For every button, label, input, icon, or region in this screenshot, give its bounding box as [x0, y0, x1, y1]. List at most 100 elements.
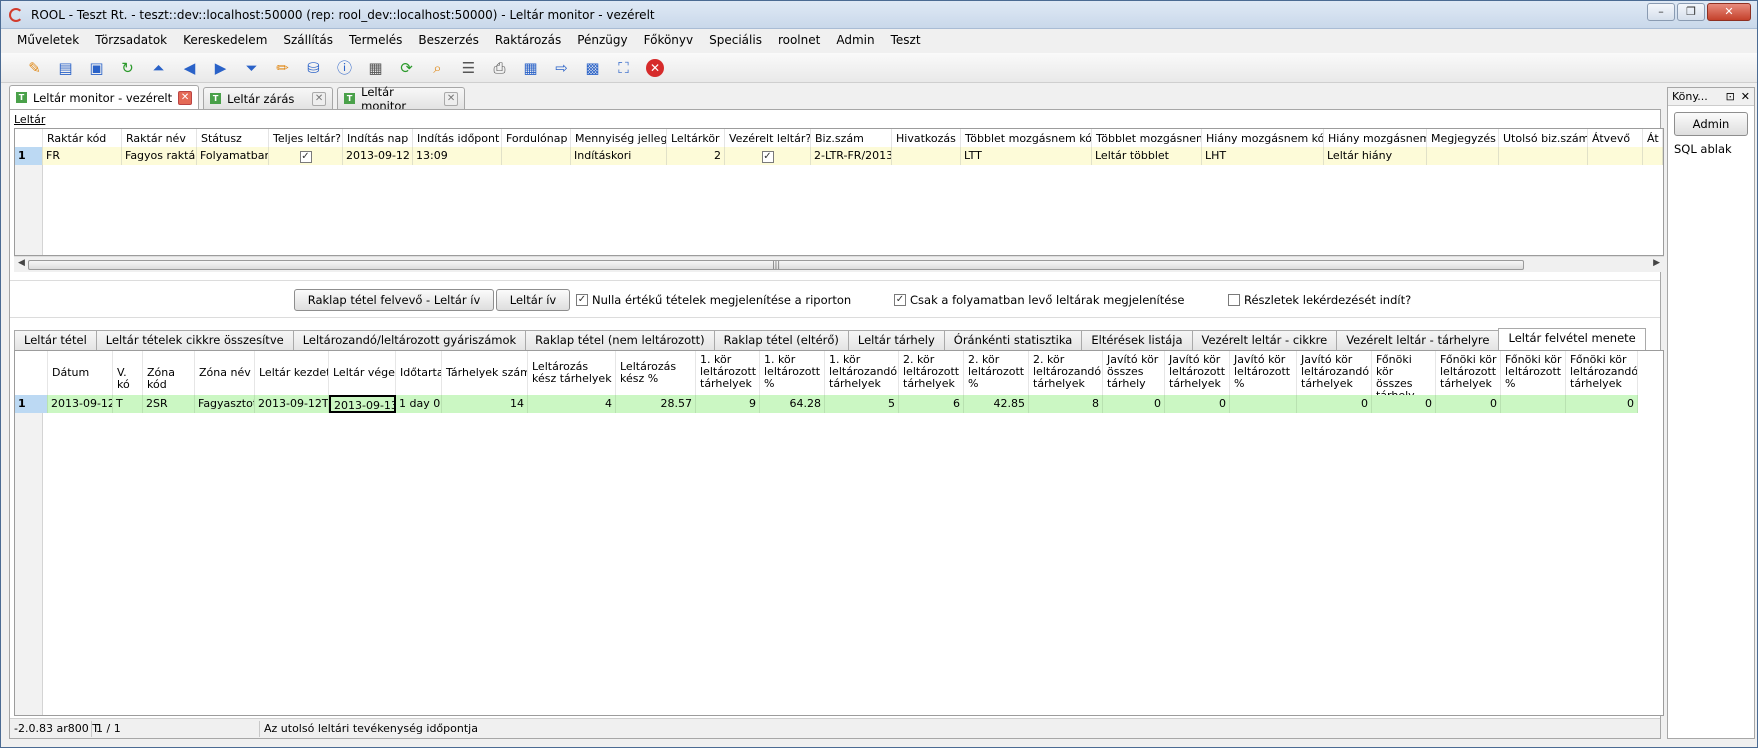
tab-leltar-tarhely[interactable]: Leltár tárhely	[847, 330, 945, 350]
col-header[interactable]: Teljes leltár?	[269, 129, 343, 147]
save-icon[interactable]: ▣	[85, 56, 108, 79]
cell-teljes-leltar[interactable]: ✓	[269, 147, 343, 165]
grid-select-icon[interactable]: ▩	[581, 56, 604, 79]
col-header[interactable]: Főnöki kör leltározandó tárhelyek	[1566, 351, 1638, 395]
menu-roolnet[interactable]: roolnet	[770, 33, 828, 47]
col-header[interactable]: Raktár kód	[43, 129, 122, 147]
col-header[interactable]: 1. kör leltározandó tárhelyek	[825, 351, 899, 395]
cell-fonoki-szazalek[interactable]	[1501, 395, 1566, 413]
folyamatban-option[interactable]: ✓ Csak a folyamatban levő leltárak megje…	[894, 293, 1184, 307]
pin-icon[interactable]: ⊡	[1726, 90, 1735, 103]
panel-close-icon[interactable]: ✕	[1741, 90, 1750, 103]
edit-icon[interactable]: ✏	[271, 56, 294, 79]
cell-javito-leltarozando[interactable]: 0	[1297, 395, 1372, 413]
prev-icon[interactable]: ◀	[178, 56, 201, 79]
row-number[interactable]: 1	[15, 147, 43, 165]
doc-tab-leltar-monitor[interactable]: T Leltár monitor ✕	[337, 85, 466, 113]
cell-1-kor-leltarozando[interactable]: 5	[825, 395, 899, 413]
col-header[interactable]: Főnöki kör leltározott %	[1501, 351, 1566, 395]
admin-button[interactable]: Admin	[1674, 112, 1748, 136]
col-header[interactable]: Leltárkör	[667, 129, 725, 147]
cell-leltar-kezdete[interactable]: 2013-09-12T1	[255, 395, 329, 413]
cell-kesz-szazalek[interactable]: 28.57	[616, 395, 696, 413]
cell-kesz-tarhelyek[interactable]: 4	[528, 395, 616, 413]
sync-icon[interactable]: ⟳	[395, 56, 418, 79]
fullscreen-icon[interactable]: ⛶	[612, 56, 635, 79]
close-tab-icon[interactable]: ✕	[178, 90, 193, 105]
tab-leltar-felvetel-menete[interactable]: Leltár felvétel menete	[1498, 328, 1646, 350]
col-header[interactable]: Javító kör leltározandó tárhelyek	[1297, 351, 1372, 395]
col-header[interactable]: 2. kör leltározott tárhelyek	[899, 351, 964, 395]
tab-elteresek-listaja[interactable]: Eltérések listája	[1081, 330, 1193, 350]
cell-fonoki-osszes[interactable]: 0	[1372, 395, 1436, 413]
cell-hiany-kod[interactable]: LHT	[1202, 147, 1324, 165]
menu-raktarozas[interactable]: Raktározás	[487, 33, 569, 47]
menu-kereskedelem[interactable]: Kereskedelem	[175, 33, 275, 47]
close-tab-icon[interactable]: ✕	[312, 91, 327, 106]
col-header[interactable]: Leltár kezdete	[255, 351, 329, 395]
last-icon[interactable]: ⏷	[240, 56, 263, 79]
cell-inditas-idopont[interactable]: 13:09	[413, 147, 502, 165]
info-icon[interactable]: ⓘ	[333, 56, 356, 79]
menu-szallitas[interactable]: Szállítás	[275, 33, 341, 47]
col-header[interactable]: Hiány mozgásnem kód	[1202, 129, 1324, 147]
print-icon[interactable]: ⎙	[488, 56, 511, 79]
next-icon[interactable]: ▶	[209, 56, 232, 79]
table-row[interactable]: 1 2013-09-12 T 2SR Fagyasztott 2013-09-1…	[15, 395, 1638, 413]
col-header[interactable]: Főnöki kör összes tárhely	[1372, 351, 1436, 395]
menu-muveletek[interactable]: Műveletek	[9, 33, 87, 47]
col-header[interactable]: Átvevő	[1588, 129, 1643, 147]
cell-idotartam[interactable]: 1 day 01	[396, 395, 442, 413]
row-number[interactable]: 1	[15, 395, 48, 413]
layout-icon[interactable]: ▦	[364, 56, 387, 79]
col-header[interactable]: 1. kör leltározott %	[760, 351, 825, 395]
horizontal-scrollbar[interactable]: ◀ ||| ▶	[14, 256, 1664, 272]
menu-fokonyv[interactable]: Főkönyv	[636, 33, 702, 47]
checkbox-reszletek[interactable]	[1228, 294, 1240, 306]
grid-icon[interactable]: ▦	[519, 56, 542, 79]
tab-vezerelt-cikkre[interactable]: Vezérelt leltár - cikkre	[1191, 330, 1338, 350]
menu-termeles[interactable]: Termelés	[341, 33, 410, 47]
close-button[interactable]: ✕	[1707, 3, 1751, 21]
cell-v-ko[interactable]: T	[113, 395, 143, 413]
cell-raktar-kod[interactable]: FR	[43, 147, 122, 165]
checkbox-nulla-ertek[interactable]: ✓	[576, 294, 588, 306]
col-header[interactable]: V. kó	[113, 351, 143, 395]
col-header[interactable]: Vezérelt leltár?	[725, 129, 811, 147]
cell-leltar-vege[interactable]: 2013-09-13T	[329, 395, 396, 413]
menu-specialis[interactable]: Speciális	[701, 33, 770, 47]
tab-leltar-tetel[interactable]: Leltár tétel	[14, 330, 97, 350]
section-title-leltar[interactable]: Leltár	[14, 113, 45, 126]
cell-inditas-nap[interactable]: 2013-09-12	[343, 147, 413, 165]
col-header[interactable]: Mennyiség jelleg	[571, 129, 667, 147]
close-tab-icon[interactable]: ✕	[444, 91, 459, 106]
col-header[interactable]: Javító kör leltározott %	[1230, 351, 1297, 395]
cell-fonoki-leltarozando[interactable]: 0	[1566, 395, 1638, 413]
cell-2-kor-tarhelyek[interactable]: 6	[899, 395, 964, 413]
database-icon[interactable]: ⛁	[302, 56, 325, 79]
doc-tab-leltar-monitor-vezerelt[interactable]: T Leltár monitor - vezérelt ✕	[9, 85, 200, 109]
col-header[interactable]: Indítás időpont	[413, 129, 502, 147]
cell-javito-leltarozott[interactable]: 0	[1165, 395, 1230, 413]
cell-raktar-nev[interactable]: Fagyos raktár	[122, 147, 197, 165]
cell-javito-osszes[interactable]: 0	[1103, 395, 1165, 413]
menu-admin[interactable]: Admin	[828, 33, 882, 47]
cell-tarhelyek-szama[interactable]: 14	[442, 395, 528, 413]
cell-leltarkor[interactable]: 2	[667, 147, 725, 165]
cell-1-kor-tarhelyek[interactable]: 9	[696, 395, 760, 413]
cell-zona-kod[interactable]: 2SR	[143, 395, 195, 413]
cell-vezerelt-leltar[interactable]: ✓	[725, 147, 811, 165]
new-icon[interactable]: ✎	[23, 56, 46, 79]
cell-atvevo[interactable]	[1588, 147, 1643, 165]
cell-2-kor-szazalek[interactable]: 42.85	[964, 395, 1029, 413]
tab-raklap-elteru[interactable]: Raklap tétel (eltérő)	[713, 330, 849, 350]
cell-2-kor-leltarozando[interactable]: 8	[1029, 395, 1103, 413]
cell-at[interactable]	[1643, 147, 1663, 165]
search-icon[interactable]: ⌕	[426, 56, 449, 79]
tab-leltar-tetelek-cikkre[interactable]: Leltár tételek cikkre összesítve	[95, 330, 294, 350]
menu-teszt[interactable]: Teszt	[883, 33, 929, 47]
doc-tab-leltar-zaras[interactable]: T Leltár zárás ✕	[203, 87, 334, 109]
raklap-tetel-button[interactable]: Raklap tétel felvevő - Leltár ív	[294, 289, 494, 311]
menu-penzugy[interactable]: Pénzügy	[569, 33, 635, 47]
col-header[interactable]: 2. kör leltározott %	[964, 351, 1029, 395]
